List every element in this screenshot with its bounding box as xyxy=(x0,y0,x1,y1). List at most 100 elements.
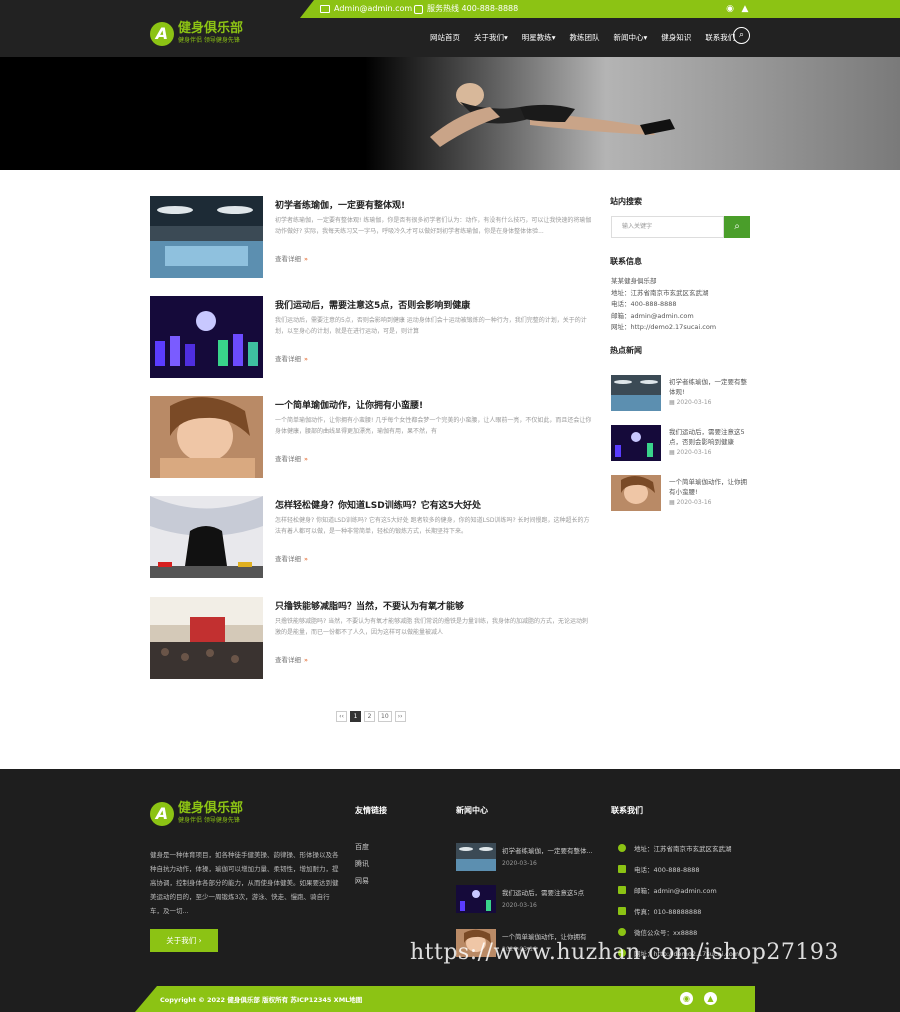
sidebar-search-title: 站内搜索 xyxy=(610,197,642,206)
footer-logo-title: 健身俱乐部 xyxy=(178,801,244,816)
article-thumbnail[interactable] xyxy=(150,396,263,478)
page-number[interactable]: 2 xyxy=(364,711,375,722)
contact-address: 地址：江苏省南京市玄武区玄武湖 xyxy=(611,288,709,297)
footer-contact-text: 传真：010-88888888 xyxy=(634,908,702,916)
read-more-link[interactable]: 查看详细» xyxy=(275,654,308,664)
nav-about[interactable]: 关于我们▾ xyxy=(474,32,508,43)
article-title[interactable]: 一个简单瑜伽动作，让你拥有小蛮腰! xyxy=(275,398,423,411)
page-last[interactable]: ›› xyxy=(394,711,406,722)
main-nav: 网站首页 关于我们▾ 明星教练▾ 教练团队 新闻中心▾ 健身知识 联系我们 xyxy=(430,18,749,56)
pagination: ‹‹ 1 2 10 ›› xyxy=(336,711,406,722)
read-more-label: 查看详细 xyxy=(275,656,301,664)
footer-news-thumbnail xyxy=(456,885,496,913)
article-item: 怎样轻松健身？你知道LSD训练吗？它有这5大好处 怎样轻松健身? 你知道LSD训… xyxy=(150,496,590,578)
double-arrow-icon: » xyxy=(304,255,308,263)
read-more-link[interactable]: 查看详细» xyxy=(275,453,308,463)
wechat-icon xyxy=(618,928,626,936)
topbar-email[interactable]: Admin@admin.com xyxy=(320,0,412,18)
footer-links-title: 友情链接 xyxy=(355,806,387,815)
article-title[interactable]: 怎样轻松健身？你知道LSD训练吗？它有这5大好处 xyxy=(275,498,481,511)
topbar-email-text: Admin@admin.com xyxy=(334,4,413,13)
article-item: 只撸铁能够减脂吗？当然，不要认为有氧才能够 只撸铁能够减脂吗? 当然，不要认为有… xyxy=(150,597,590,679)
hot-news-date: ▦ 2020-03-16 xyxy=(669,449,712,456)
footer-logo-mark: A xyxy=(150,802,174,826)
top-strip: Admin@admin.com 服务热线 400-888-8888 ◉ ▲ xyxy=(0,0,900,18)
article-desc: 只撸铁能够减脂吗? 当然，不要认为有氧才能够减脂 我们常说的撸铁是力量训练，我身… xyxy=(275,618,589,636)
copyright: Copyright © 2022 健身俱乐部 版权所有 苏ICP12345 XM… xyxy=(160,996,363,1004)
phone-icon xyxy=(618,865,626,873)
nav-star-coaches[interactable]: 明星教练▾ xyxy=(522,32,556,43)
logo-mark: A xyxy=(150,22,174,46)
article-desc: 初学者练瑜伽，一定要有整体观! 练瑜伽，你是否有很多初学者们认为：动作，有没有什… xyxy=(275,217,592,235)
footer-news-title-text: 我们运动后，需要注意这5点 xyxy=(502,889,585,897)
read-more-link[interactable]: 查看详细» xyxy=(275,553,308,563)
footer-link[interactable]: 百度 xyxy=(355,839,369,856)
hot-news-item[interactable]: 我们运动后，需要注意这5点，否则会影响到健康 ▦ 2020-03-16 xyxy=(611,425,751,463)
footer-contact-wechat: 微信公众号：xx8888 xyxy=(618,927,697,937)
article-title[interactable]: 初学者练瑜伽，一定要有整体观! xyxy=(275,198,405,211)
footer-news-title: 新闻中心 xyxy=(456,806,488,815)
nav-home[interactable]: 网站首页 xyxy=(430,32,460,43)
read-more-link[interactable]: 查看详细» xyxy=(275,253,308,263)
hot-news-thumbnail xyxy=(611,425,661,461)
logo-subtitle: 健身伴侣 领导健身先锋 xyxy=(178,37,240,44)
athlete-stretching-image xyxy=(430,83,675,147)
footer-description: 健身是一种体育项目，如各种徒手健美操、韵律操、形体操以及各种自抗力动作，体操，瑜… xyxy=(150,851,339,915)
article-desc: 我们运动后，需要注意的5点，否则会影响到健康 运动身体们会十运动被锻炼的一种行为… xyxy=(275,317,587,335)
hot-news-date-text: 2020-03-16 xyxy=(676,499,712,506)
logo[interactable]: A 健身俱乐部 健身伴侣 领导健身先锋 xyxy=(150,22,243,46)
sidebar-search-input[interactable]: 输入关键字 xyxy=(611,216,724,238)
fax-icon xyxy=(618,907,626,915)
nav-knowledge[interactable]: 健身知识 xyxy=(661,32,691,43)
footer-link[interactable]: 网易 xyxy=(355,873,369,890)
article-thumbnail[interactable] xyxy=(150,496,263,578)
page-first[interactable]: ‹‹ xyxy=(336,711,347,722)
read-more-label: 查看详细 xyxy=(275,355,301,363)
mail-icon xyxy=(618,886,626,894)
article-thumbnail[interactable] xyxy=(150,296,263,378)
footer-contact-address: 地址：江苏省南京市玄武区玄武湖 xyxy=(618,843,732,853)
watermark-text: https://www.huzhan.com/ishop27193 xyxy=(410,940,839,965)
search-icon[interactable]: ⌕ xyxy=(733,27,750,44)
weibo-icon[interactable]: ◉ xyxy=(724,3,736,15)
article-title[interactable]: 我们运动后，需要注意这5点，否则会影响到健康 xyxy=(275,298,470,311)
search-button[interactable]: ⌕ xyxy=(724,216,750,238)
footer: A 健身俱乐部 健身伴侣 领导健身先锋 健身是一种体育项目，如各种徒手健美操、韵… xyxy=(0,769,900,1012)
footer-logo[interactable]: A 健身俱乐部 健身伴侣 领导健身先锋 xyxy=(150,802,243,826)
hot-news-item[interactable]: 一个简单瑜伽动作，让你拥有小蛮腰! ▦ 2020-03-16 xyxy=(611,475,751,513)
footer-contact-text: 微信公众号：xx8888 xyxy=(634,929,698,937)
footer-contact-fax: 传真：010-88888888 xyxy=(618,906,701,916)
hot-news-date-text: 2020-03-16 xyxy=(676,399,712,406)
nav-contact[interactable]: 联系我们 xyxy=(705,32,735,43)
about-us-button[interactable]: 关于我们 › xyxy=(150,929,218,952)
qq-icon[interactable]: ▲ xyxy=(739,3,751,15)
article-item: 一个简单瑜伽动作，让你拥有小蛮腰! 一个简单瑜伽动作，让你拥有小蛮腰! 几乎每个… xyxy=(150,396,591,478)
article-item: 初学者练瑜伽，一定要有整体观! 初学者练瑜伽，一定要有整体观! 练瑜伽，你是否有… xyxy=(150,196,592,278)
topbar-phone-text: 服务热线 400-888-8888 xyxy=(427,4,519,13)
footer-contact-title: 联系我们 xyxy=(611,806,643,815)
article-title[interactable]: 只撸铁能够减脂吗？当然，不要认为有氧才能够 xyxy=(275,599,464,612)
bottom-bar xyxy=(0,986,900,1012)
article-thumbnail[interactable] xyxy=(150,196,263,278)
footer-links: 百度 腾讯 网易 xyxy=(355,839,369,890)
double-arrow-icon: » xyxy=(304,455,308,463)
page-current[interactable]: 1 xyxy=(350,711,361,722)
footer-link[interactable]: 腾讯 xyxy=(355,856,369,873)
qq-icon[interactable]: ▲ xyxy=(704,992,717,1005)
logo-title: 健身俱乐部 xyxy=(178,21,244,36)
read-more-link[interactable]: 查看详细» xyxy=(275,353,308,363)
hot-news-item[interactable]: 初学者练瑜伽，一定要有整体观! ▦ 2020-03-16 xyxy=(611,375,751,413)
hot-news-title: 一个简单瑜伽动作，让你拥有小蛮腰! xyxy=(669,478,747,496)
footer-news-item[interactable]: 初学者练瑜伽，一定要有整体... 2020-03-16 xyxy=(456,843,596,873)
footer-news-item[interactable]: 我们运动后，需要注意这5点 2020-03-16 xyxy=(456,885,596,915)
nav-news[interactable]: 新闻中心▾ xyxy=(614,32,648,43)
nav-coach-team[interactable]: 教练团队 xyxy=(570,32,600,43)
weibo-icon[interactable]: ◉ xyxy=(680,992,693,1005)
page-number[interactable]: 10 xyxy=(378,711,392,722)
footer-contact-email: 邮箱：admin@admin.com xyxy=(618,885,717,895)
article-thumbnail[interactable] xyxy=(150,597,263,679)
hot-news-date-text: 2020-03-16 xyxy=(676,449,712,456)
sidebar-hot-title: 热点新闻 xyxy=(610,346,642,355)
phone-icon xyxy=(414,4,423,14)
double-arrow-icon: » xyxy=(304,656,308,664)
